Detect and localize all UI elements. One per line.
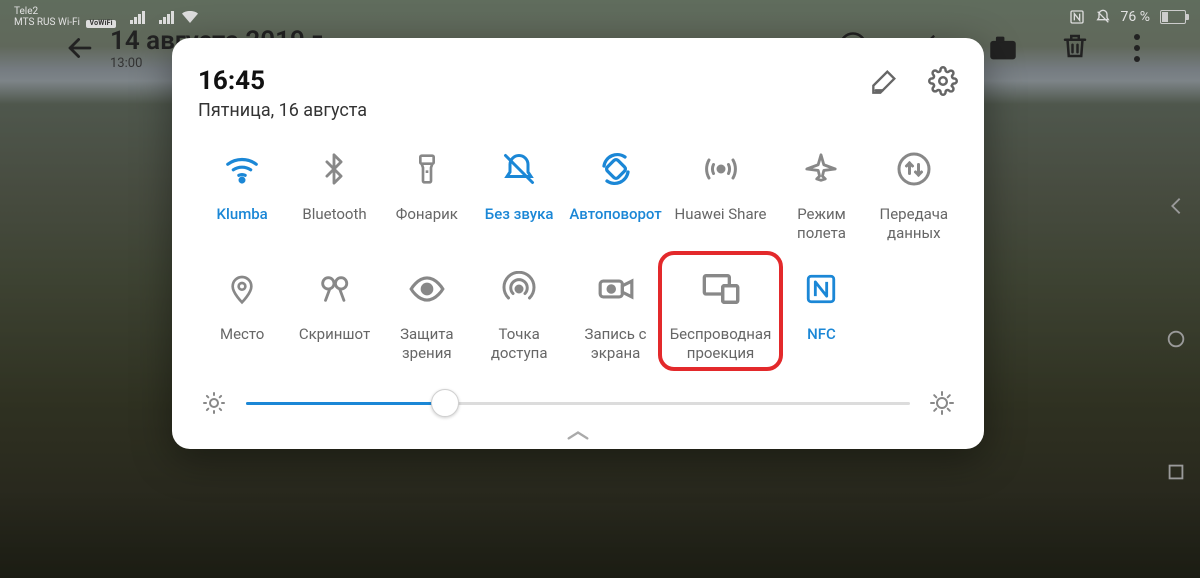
tile-bluetooth[interactable]: Bluetooth <box>290 149 378 243</box>
tile-nfc[interactable]: NFC <box>777 269 865 363</box>
battery-icon <box>1160 10 1186 24</box>
brightness-slider[interactable] <box>198 391 958 415</box>
flashlight-icon <box>407 149 447 189</box>
tile-hotspot[interactable]: Точка доступа <box>475 269 563 363</box>
huaweishare-icon <box>701 149 741 189</box>
status-bar: Tele2 MTS RUS Wi-Fi VoWiFi 76 % <box>0 0 1200 34</box>
nfc-status-icon <box>1069 9 1085 25</box>
tile-datatransfer[interactable]: Передача данных <box>870 149 958 243</box>
camera-icon[interactable] <box>986 31 1020 65</box>
tile-label: Передача данных <box>872 205 956 243</box>
edit-icon[interactable] <box>870 66 900 96</box>
wifi-icon <box>222 149 262 189</box>
wifi-status-icon <box>182 11 198 23</box>
tile-label: Защита зрения <box>385 325 469 363</box>
tile-cast[interactable]: Беспроводная проекция <box>668 269 774 363</box>
datatransfer-icon <box>894 149 934 189</box>
expand-chevron-icon[interactable] <box>198 429 958 443</box>
tile-eyecomfort[interactable]: Защита зрения <box>383 269 471 363</box>
back-button[interactable] <box>60 28 100 68</box>
vowifi-badge: VoWiFi <box>86 20 115 28</box>
tile-label: Точка доступа <box>477 325 561 363</box>
tile-screenshot[interactable]: Скриншот <box>290 269 378 363</box>
silent-icon <box>499 149 539 189</box>
hotspot-icon <box>499 269 539 309</box>
autorotate-icon <box>596 149 636 189</box>
tile-label: Запись с экрана <box>569 325 661 363</box>
carrier-1: Tele2 <box>14 6 116 17</box>
screenshot-icon <box>314 269 354 309</box>
battery-percent: 76 % <box>1121 9 1150 25</box>
tile-silent[interactable]: Без звука <box>475 149 563 243</box>
panel-time: 16:45 <box>198 66 367 96</box>
eyecomfort-icon <box>407 269 447 309</box>
tile-label: Фонарик <box>396 205 458 243</box>
tile-screenrecord[interactable]: Запись с экрана <box>567 269 663 363</box>
quick-settings-panel: 16:45 Пятница, 16 августа Klumba Bluetoot… <box>172 38 984 449</box>
panel-date: Пятница, 16 августа <box>198 100 367 121</box>
carrier-2: MTS RUS Wi-Fi <box>14 17 80 28</box>
tile-flashlight[interactable]: Фонарик <box>383 149 471 243</box>
tile-airplane[interactable]: Режим полета <box>777 149 865 243</box>
brightness-track[interactable] <box>246 402 910 405</box>
tile-label: Беспроводная проекция <box>670 325 772 363</box>
tile-label: Место <box>220 325 264 363</box>
signal-icon <box>130 11 145 24</box>
tile-label: Klumba <box>217 205 268 243</box>
settings-icon[interactable] <box>928 66 958 96</box>
tile-huaweishare[interactable]: Huawei Share <box>668 149 774 243</box>
brightness-high-icon <box>930 391 954 415</box>
bluetooth-icon <box>314 149 354 189</box>
tile-autorotate[interactable]: Автоповорот <box>567 149 663 243</box>
mute-status-icon <box>1095 9 1111 25</box>
system-nav <box>1156 140 1196 538</box>
overflow-menu-icon[interactable] <box>1134 34 1140 62</box>
trash-icon[interactable] <box>1060 31 1094 65</box>
tile-label: Huawei Share <box>675 205 767 243</box>
nfc-icon <box>801 269 841 309</box>
nav-back-icon[interactable] <box>1165 195 1187 217</box>
tile-label: NFC <box>807 325 836 363</box>
tile-label: Bluetooth <box>302 205 366 243</box>
tile-label: Режим полета <box>779 205 863 243</box>
tile-label: Без звука <box>485 205 554 243</box>
tile-label: Скриншот <box>299 325 370 363</box>
location-icon <box>222 269 262 309</box>
airplane-icon <box>801 149 841 189</box>
brightness-thumb[interactable] <box>431 389 459 417</box>
signal-icon-2 <box>159 11 174 24</box>
tile-label: Автоповорот <box>569 205 661 243</box>
cast-icon <box>701 269 741 309</box>
brightness-low-icon <box>202 391 226 415</box>
tile-wifi[interactable]: Klumba <box>198 149 286 243</box>
nav-recent-icon[interactable] <box>1165 461 1187 483</box>
tile-location[interactable]: Место <box>198 269 286 363</box>
screenrecord-icon <box>596 269 636 309</box>
nav-home-icon[interactable] <box>1165 328 1187 350</box>
